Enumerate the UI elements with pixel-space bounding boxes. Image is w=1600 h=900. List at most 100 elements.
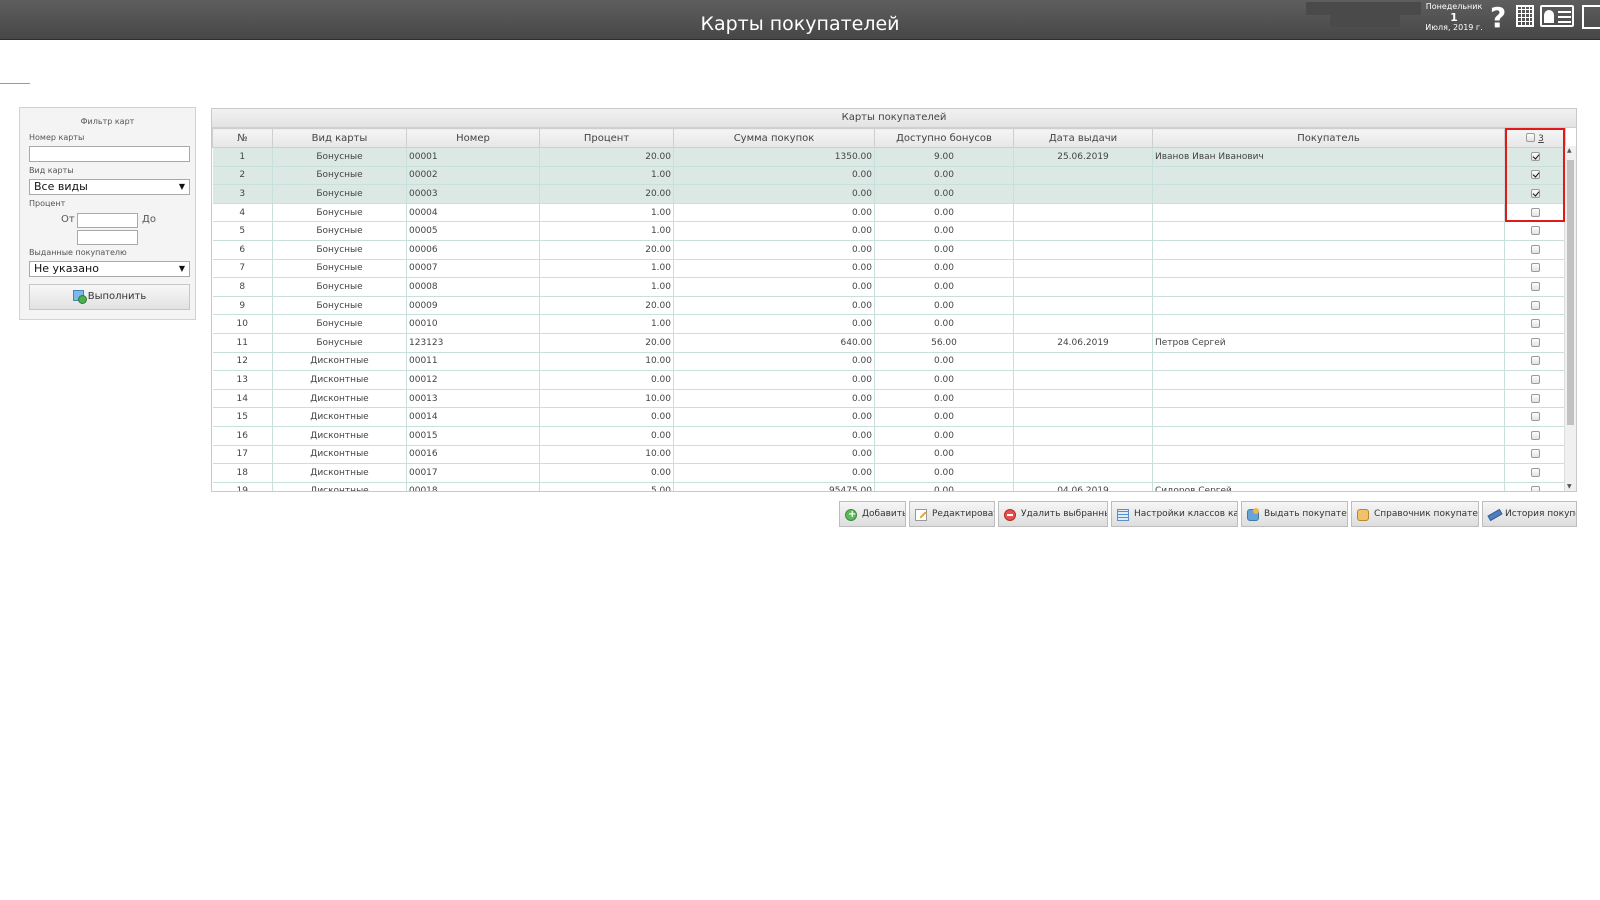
cell-percent: 5.00	[539, 482, 674, 491]
row-checkbox[interactable]	[1530, 300, 1540, 310]
user-role-redacted	[1330, 15, 1400, 27]
table-row[interactable]: 3 Бонусные 00003 20.00 0.00 0.00	[212, 184, 1566, 204]
edit-button-label: Редактировать	[932, 509, 994, 519]
table-row[interactable]: 14 Дисконтные 00013 10.00 0.00 0.00	[212, 389, 1566, 409]
cell-card-type: Бонусные	[272, 314, 407, 334]
table-row[interactable]: 12 Дисконтные 00011 10.00 0.00 0.00	[212, 352, 1566, 372]
cell-card-number: 00007	[406, 259, 540, 279]
purchase-history-button[interactable]: История покупок	[1482, 501, 1577, 527]
row-checkbox[interactable]	[1530, 430, 1540, 440]
row-checkbox[interactable]	[1530, 393, 1540, 403]
row-checkbox[interactable]	[1530, 151, 1540, 161]
col-header-purchase-sum[interactable]: Сумма покупок	[673, 128, 875, 148]
card-class-settings-button[interactable]: Настройки классов карт	[1111, 501, 1238, 527]
cell-available-bonus: 0.00	[874, 352, 1014, 372]
row-checkbox[interactable]	[1530, 170, 1540, 180]
table-row[interactable]: 1 Бонусные 00001 20.00 1350.00 9.00 25.06.2019…	[212, 147, 1566, 167]
cell-percent: 1.00	[539, 314, 674, 334]
scrollbar-thumb[interactable]	[1567, 160, 1574, 425]
cell-issue-date	[1013, 203, 1153, 223]
row-checkbox[interactable]	[1530, 226, 1540, 236]
table-row[interactable]: 2 Бонусные 00002 1.00 0.00 0.00	[212, 166, 1566, 186]
col-header-percent[interactable]: Процент	[539, 128, 674, 148]
row-checkbox[interactable]	[1530, 263, 1540, 273]
cell-percent: 10.00	[539, 445, 674, 465]
row-checkbox[interactable]	[1530, 188, 1540, 198]
issued-select[interactable]: Не указано ▼	[29, 261, 190, 277]
table-row[interactable]: 19 Дисконтные 00018 5.00 95475.00 0.00 04.06.2…	[212, 482, 1566, 491]
grid-scrollbar[interactable]: ▲ ▼	[1564, 146, 1576, 491]
select-all-checkbox[interactable]	[1526, 133, 1536, 142]
top-header: Карты покупателей Понедельник 1 Июля, 20…	[0, 0, 1600, 40]
cell-issue-date: 04.06.2019	[1013, 482, 1153, 491]
cell-card-type: Бонусные	[272, 240, 407, 260]
row-checkbox[interactable]	[1530, 356, 1540, 366]
cell-purchase-sum: 1350.00	[673, 147, 875, 167]
row-checkbox[interactable]	[1530, 412, 1540, 422]
card-number-input[interactable]	[29, 146, 190, 162]
col-header-available-bonus[interactable]: Доступно бонусов	[874, 128, 1014, 148]
col-header-buyer[interactable]: Покупатель	[1152, 128, 1505, 148]
scroll-up-icon[interactable]: ▲	[1567, 147, 1572, 154]
col-header-card-type[interactable]: Вид карты	[272, 128, 407, 148]
cell-select	[1504, 203, 1566, 223]
row-checkbox[interactable]	[1530, 337, 1540, 347]
percent-to-input[interactable]	[77, 230, 138, 245]
cell-percent: 1.00	[539, 277, 674, 297]
table-row[interactable]: 13 Дисконтные 00012 0.00 0.00 0.00	[212, 370, 1566, 390]
percent-to-label: До	[142, 214, 156, 225]
directory-button-label: Справочник покупателей	[1374, 509, 1478, 519]
col-header-number[interactable]: №	[212, 128, 273, 148]
cell-buyer: Иванов Иван Иванович	[1152, 147, 1505, 167]
table-row[interactable]: 4 Бонусные 00004 1.00 0.00 0.00	[212, 203, 1566, 223]
table-row[interactable]: 8 Бонусные 00008 1.00 0.00 0.00	[212, 277, 1566, 297]
table-row[interactable]: 10 Бонусные 00010 1.00 0.00 0.00	[212, 314, 1566, 334]
table-row[interactable]: 7 Бонусные 00007 1.00 0.00 0.00	[212, 259, 1566, 279]
table-row[interactable]: 9 Бонусные 00009 20.00 0.00 0.00	[212, 296, 1566, 316]
cell-purchase-sum: 0.00	[673, 314, 875, 334]
run-filter-button[interactable]: Выполнить	[29, 284, 190, 310]
table-row[interactable]: 11 Бонусные 123123 20.00 640.00 56.00 24.06.20…	[212, 333, 1566, 353]
table-row[interactable]: 5 Бонусные 00005 1.00 0.00 0.00	[212, 221, 1566, 241]
scroll-down-icon[interactable]: ▼	[1567, 483, 1572, 490]
cell-card-type: Бонусные	[272, 166, 407, 186]
cell-select	[1504, 426, 1566, 446]
user-card-icon[interactable]	[1540, 5, 1574, 27]
cell-index: 5	[212, 221, 273, 241]
row-checkbox[interactable]	[1530, 374, 1540, 384]
delete-selected-button[interactable]: Удалить выбранные	[998, 501, 1108, 527]
cell-issue-date: 24.06.2019	[1013, 333, 1153, 353]
exit-icon[interactable]	[1582, 5, 1600, 29]
row-checkbox[interactable]	[1530, 319, 1540, 329]
row-checkbox[interactable]	[1530, 486, 1540, 491]
table-row[interactable]: 17 Дисконтные 00016 10.00 0.00 0.00	[212, 445, 1566, 465]
cell-card-number: 00014	[406, 407, 540, 427]
row-checkbox[interactable]	[1530, 467, 1540, 477]
buyers-directory-button[interactable]: Справочник покупателей	[1351, 501, 1479, 527]
add-card-button[interactable]: Добавить	[839, 501, 906, 527]
edit-card-button[interactable]: Редактировать	[909, 501, 995, 527]
percent-from-input[interactable]	[77, 213, 138, 228]
cell-card-type: Дисконтные	[272, 445, 407, 465]
table-row[interactable]: 15 Дисконтные 00014 0.00 0.00 0.00	[212, 407, 1566, 427]
row-checkbox[interactable]	[1530, 449, 1540, 459]
issue-to-buyer-button[interactable]: Выдать покупателю	[1241, 501, 1348, 527]
user-name-redacted	[1306, 2, 1421, 15]
col-header-card-number[interactable]: Номер	[406, 128, 540, 148]
table-row[interactable]: 16 Дисконтные 00015 0.00 0.00 0.00	[212, 426, 1566, 446]
cell-available-bonus: 0.00	[874, 426, 1014, 446]
table-row[interactable]: 6 Бонусные 00006 20.00 0.00 0.00	[212, 240, 1566, 260]
row-checkbox[interactable]	[1530, 281, 1540, 291]
table-row[interactable]: 18 Дисконтные 00017 0.00 0.00 0.00	[212, 463, 1566, 483]
card-type-select[interactable]: Все виды ▼	[29, 179, 190, 195]
help-icon[interactable]: ?	[1490, 2, 1506, 34]
col-header-issue-date[interactable]: Дата выдачи	[1013, 128, 1153, 148]
cell-card-type: Бонусные	[272, 147, 407, 167]
row-checkbox[interactable]	[1530, 244, 1540, 254]
calculator-icon[interactable]	[1516, 5, 1534, 27]
cell-issue-date	[1013, 314, 1153, 334]
cards-grid: Карты покупателей № Вид карты Номер Проц…	[211, 108, 1577, 492]
selected-count[interactable]: 3	[1538, 134, 1544, 144]
row-checkbox[interactable]	[1530, 207, 1540, 217]
cell-card-number: 00011	[406, 352, 540, 372]
